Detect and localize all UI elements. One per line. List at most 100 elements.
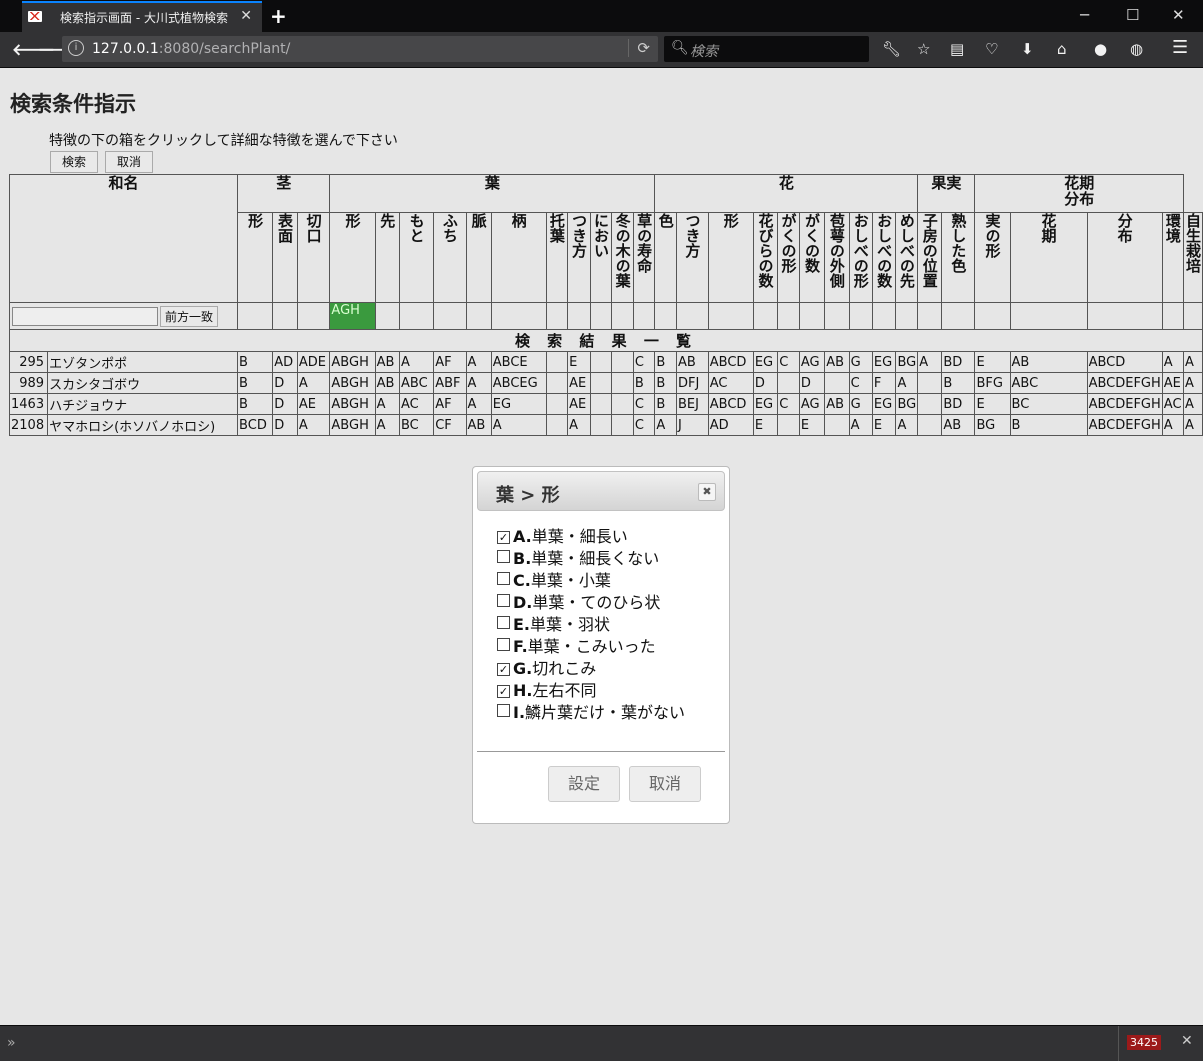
condition-box[interactable] bbox=[654, 302, 677, 330]
dialog-ok-button[interactable]: 設定 bbox=[548, 766, 620, 802]
checkbox-icon[interactable] bbox=[497, 594, 510, 607]
pocket-icon[interactable]: ♡ bbox=[985, 40, 998, 58]
sub-header[interactable]: 花期 bbox=[1009, 212, 1088, 303]
checkbox-icon[interactable] bbox=[497, 572, 510, 585]
option-item[interactable]: ✓ G.切れこみ bbox=[497, 655, 685, 678]
table-row[interactable]: 1463 ハチジョウナ B D AE ABGH A AC AF A EG AE C B BEJ ABCD EG C… bbox=[8, 393, 1203, 415]
search-button[interactable]: 検索 bbox=[50, 151, 98, 173]
option-item[interactable]: ✓ H.左右不同 bbox=[497, 677, 685, 700]
condition-box[interactable] bbox=[567, 302, 591, 330]
table-row[interactable]: 295 エゾタンポポ B AD ADE ABGH AB A AF A ABCE E C B AB ABCD EG… bbox=[8, 351, 1203, 373]
tab-close-icon[interactable]: ✕ bbox=[240, 8, 252, 24]
sub-header[interactable]: つき方 bbox=[675, 212, 709, 303]
sub-header[interactable]: 表面 bbox=[272, 212, 298, 303]
option-item[interactable]: E.単葉・羽状 bbox=[497, 611, 685, 634]
condition-box[interactable] bbox=[798, 302, 826, 330]
sub-header[interactable]: 切口 bbox=[296, 212, 331, 303]
condition-box[interactable] bbox=[1009, 302, 1088, 330]
option-item[interactable]: F.単葉・こみいった bbox=[497, 633, 685, 656]
option-item[interactable]: ✓ A.単葉・細長い bbox=[497, 523, 685, 546]
site-info-icon[interactable]: i bbox=[68, 40, 84, 56]
condition-box[interactable] bbox=[1161, 302, 1185, 330]
condition-box[interactable] bbox=[589, 302, 613, 330]
browser-tab[interactable]: 検索指示画面 - 大川式植物検索 ✕ bbox=[22, 1, 262, 32]
condition-box[interactable] bbox=[296, 302, 331, 330]
dialog-close-icon[interactable]: ✖ bbox=[698, 483, 716, 501]
sub-header[interactable]: 苞萼の外側 bbox=[824, 212, 850, 303]
checkbox-checked-icon[interactable]: ✓ bbox=[497, 531, 510, 544]
condition-box[interactable] bbox=[752, 302, 779, 330]
condition-box[interactable] bbox=[895, 302, 919, 330]
reader-view-icon[interactable]: ▤ bbox=[950, 40, 964, 58]
sub-header[interactable]: 実の形 bbox=[974, 212, 1011, 303]
condition-box[interactable] bbox=[272, 302, 298, 330]
new-tab-icon[interactable]: + bbox=[270, 4, 287, 28]
checkbox-checked-icon[interactable]: ✓ bbox=[497, 685, 510, 698]
prefix-match-button[interactable]: 前方一致 bbox=[160, 305, 219, 327]
table-row[interactable]: 2108 ヤマホロシ(ホソバノホロシ) BCD D A ABGH A BC CF AB A A C A J A… bbox=[8, 414, 1203, 436]
reload-icon[interactable]: ⟳ bbox=[628, 39, 650, 57]
sub-header[interactable]: 冬の木の葉 bbox=[611, 212, 634, 303]
sub-header[interactable]: 自生栽培 bbox=[1183, 212, 1203, 303]
condition-box[interactable] bbox=[675, 302, 709, 330]
sub-header[interactable]: 脈 bbox=[465, 212, 492, 303]
sub-header[interactable]: ふち bbox=[433, 212, 467, 303]
condition-box[interactable] bbox=[374, 302, 400, 330]
condition-box[interactable] bbox=[490, 302, 547, 330]
sub-header[interactable]: 形 bbox=[707, 212, 754, 303]
option-item[interactable]: I.鱗片葉だけ・葉がない bbox=[497, 699, 685, 722]
option-item[interactable]: D.単葉・てのひら状 bbox=[497, 589, 685, 612]
sub-header[interactable]: 環境 bbox=[1161, 212, 1185, 303]
plant-name[interactable]: エゾタンポポ bbox=[47, 351, 239, 373]
expand-icon[interactable]: » bbox=[7, 1035, 16, 1051]
condition-box[interactable] bbox=[465, 302, 492, 330]
download-icon[interactable]: ⬇ bbox=[1021, 40, 1034, 58]
checkbox-checked-icon[interactable]: ✓ bbox=[497, 663, 510, 676]
statusbar-close-icon[interactable]: ✕ bbox=[1181, 1033, 1193, 1049]
plant-name[interactable]: スカシタゴボウ bbox=[47, 372, 239, 394]
sub-header[interactable]: おしべの数 bbox=[871, 212, 897, 303]
chat-icon[interactable]: ● bbox=[1094, 40, 1107, 58]
url-bar[interactable]: i 127.0.0.1:8080/searchPlant/ ⟳ bbox=[62, 36, 658, 62]
condition-box[interactable] bbox=[917, 302, 943, 330]
sub-header[interactable]: がくの数 bbox=[798, 212, 826, 303]
checkbox-icon[interactable] bbox=[497, 550, 510, 563]
minimize-icon[interactable]: ─ bbox=[1080, 6, 1089, 24]
sub-header[interactable]: がくの形 bbox=[777, 212, 800, 303]
sub-header[interactable]: 熟した色 bbox=[941, 212, 976, 303]
sub-header[interactable]: 草の寿命 bbox=[632, 212, 656, 303]
condition-box[interactable] bbox=[974, 302, 1011, 330]
condition-box[interactable] bbox=[632, 302, 656, 330]
bookmark-star-icon[interactable]: ☆ bbox=[917, 40, 930, 58]
sub-header[interactable]: 托葉 bbox=[545, 212, 569, 303]
sub-header[interactable]: おしべの形 bbox=[848, 212, 873, 303]
condition-box[interactable]: AGH bbox=[329, 302, 376, 330]
condition-box[interactable] bbox=[871, 302, 897, 330]
option-item[interactable]: B.単葉・細長くない bbox=[497, 545, 685, 568]
option-item[interactable]: C.単葉・小葉 bbox=[497, 567, 685, 590]
condition-box[interactable] bbox=[707, 302, 754, 330]
condition-box[interactable] bbox=[398, 302, 435, 330]
sub-header[interactable]: 色 bbox=[654, 212, 677, 303]
sub-header[interactable]: めしべの先 bbox=[895, 212, 919, 303]
condition-box[interactable] bbox=[545, 302, 569, 330]
window-close-icon[interactable]: ✕ bbox=[1172, 6, 1185, 24]
wrench-icon[interactable]: 🔧︎ bbox=[882, 40, 901, 58]
condition-box[interactable] bbox=[1086, 302, 1163, 330]
menu-icon[interactable]: ☰ bbox=[1172, 37, 1188, 58]
plant-name[interactable]: ハチジョウナ bbox=[47, 393, 239, 415]
palette-icon[interactable]: ◍ bbox=[1130, 40, 1143, 58]
condition-box[interactable] bbox=[777, 302, 800, 330]
sub-header[interactable]: におい bbox=[589, 212, 613, 303]
condition-box[interactable] bbox=[433, 302, 467, 330]
sub-header[interactable]: 形 bbox=[329, 212, 376, 303]
condition-box[interactable] bbox=[1183, 302, 1203, 330]
checkbox-icon[interactable] bbox=[497, 704, 510, 717]
name-input[interactable] bbox=[12, 307, 158, 327]
condition-box[interactable] bbox=[848, 302, 873, 330]
sub-header[interactable]: もと bbox=[398, 212, 435, 303]
sub-header[interactable]: 分布 bbox=[1086, 212, 1163, 303]
dialog-cancel-button[interactable]: 取消 bbox=[629, 766, 701, 802]
plant-name[interactable]: ヤマホロシ(ホソバノホロシ) bbox=[47, 414, 239, 436]
sub-header[interactable]: 花びらの数 bbox=[752, 212, 779, 303]
